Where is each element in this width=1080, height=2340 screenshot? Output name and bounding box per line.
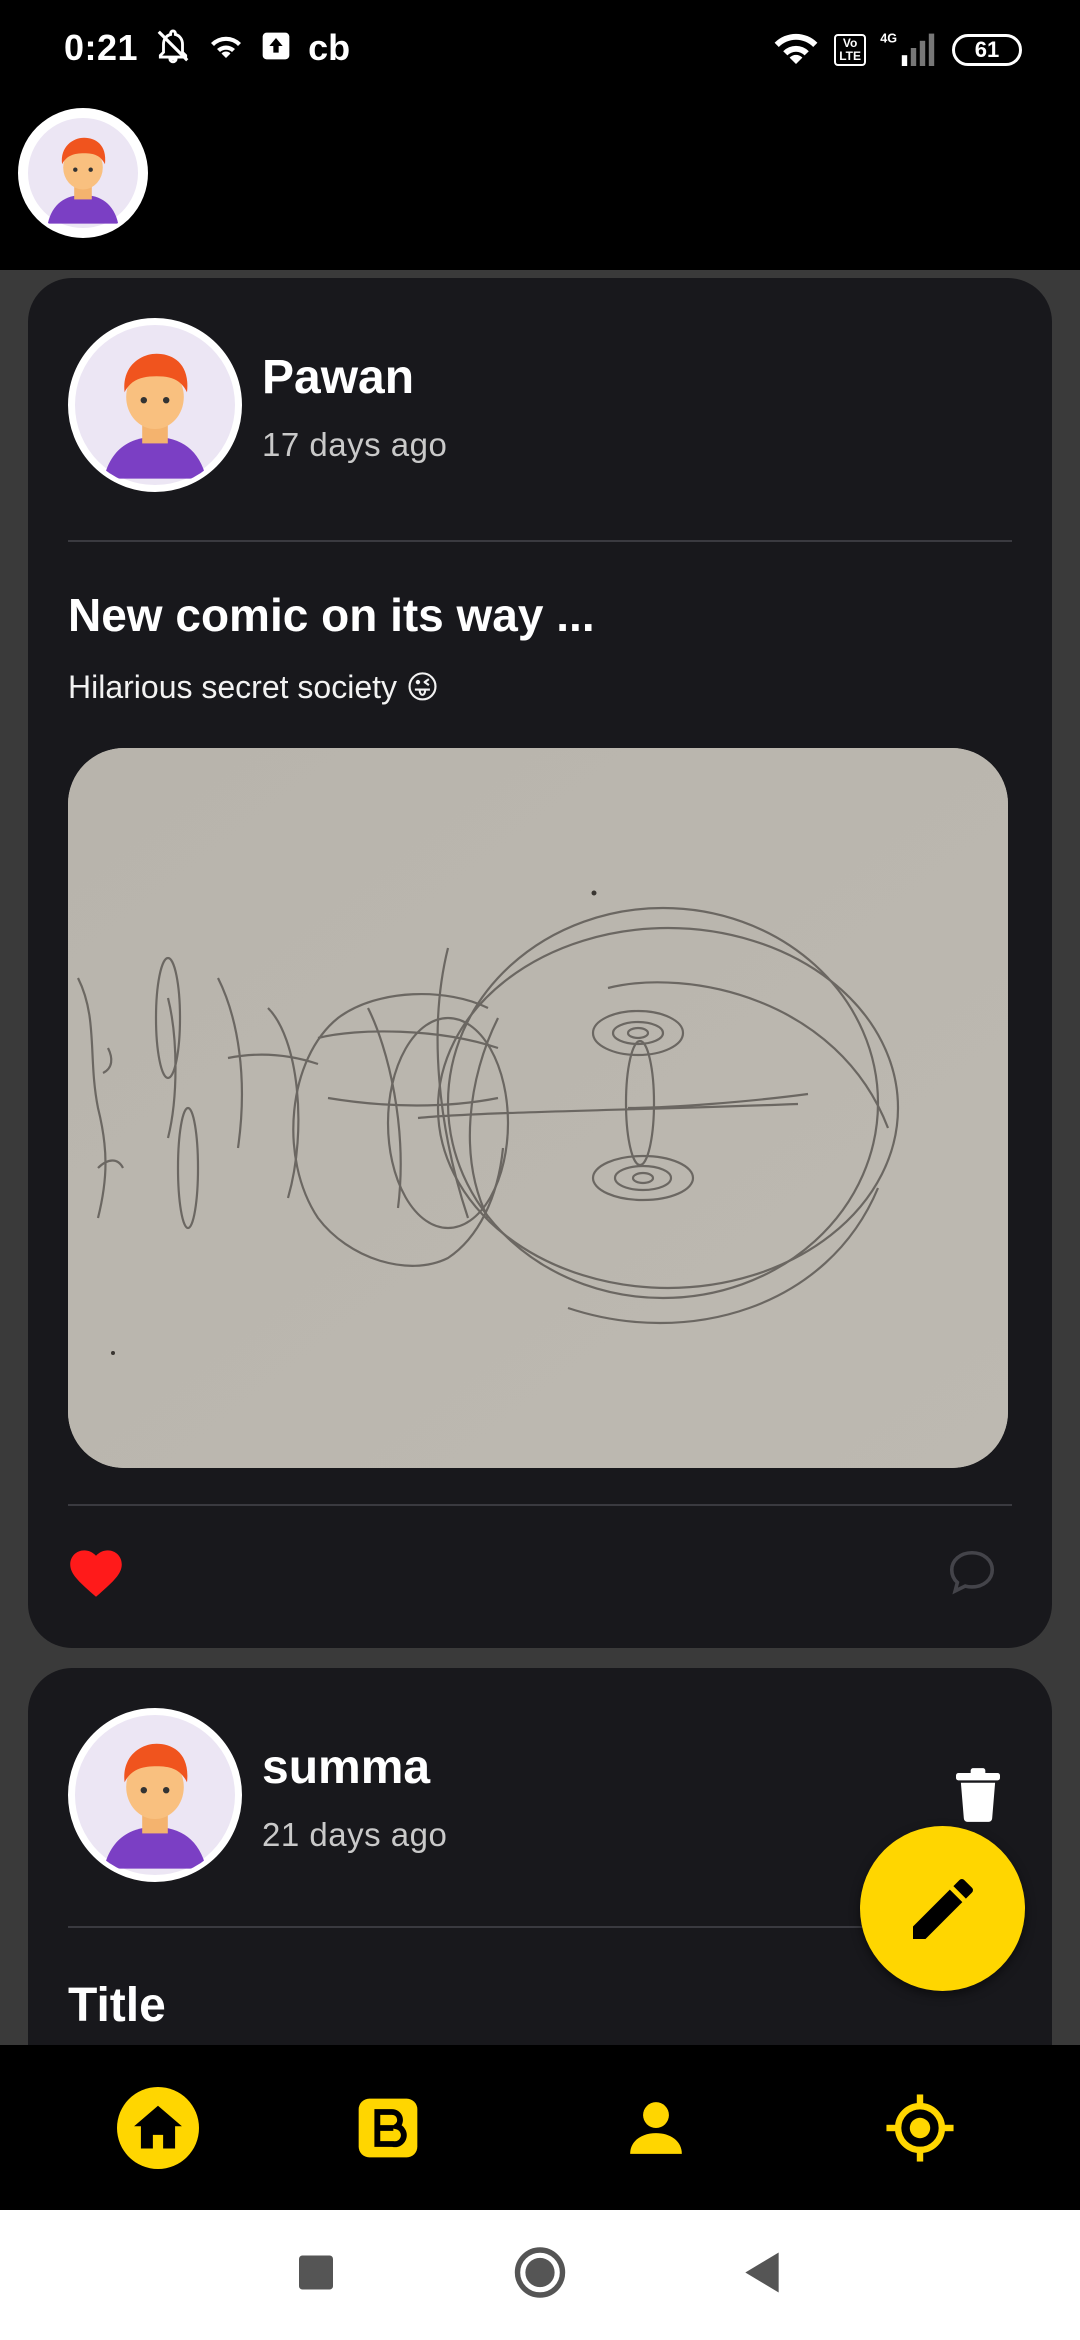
- wifi-icon: [772, 30, 820, 71]
- post-subtitle: Hilarious secret society 😜: [68, 669, 440, 705]
- muted-bell-icon: [154, 27, 192, 70]
- status-app-badge: cb: [308, 27, 351, 68]
- volte-indicator: Vo LTE: [834, 34, 866, 66]
- battery-indicator: 61: [952, 34, 1022, 66]
- system-navigation-bar: [0, 2210, 1080, 2340]
- user-avatar-icon: [75, 1715, 235, 1875]
- recents-icon: [299, 2255, 333, 2290]
- post-image[interactable]: [68, 748, 1008, 1468]
- compose-post-button[interactable]: [860, 1826, 1025, 1991]
- trash-icon[interactable]: [956, 1768, 1000, 1822]
- post-timestamp: 21 days ago: [262, 1816, 448, 1853]
- home-circle-icon: [514, 2247, 566, 2298]
- pencil-icon: [912, 1878, 973, 1939]
- back-button[interactable]: [744, 2252, 780, 2298]
- heart-icon[interactable]: [66, 1544, 126, 1598]
- person-icon: [630, 2101, 682, 2154]
- signal-icon: 4G: [880, 30, 938, 71]
- nav-location[interactable]: [885, 2093, 955, 2163]
- feed[interactable]: Pawan 17 days ago New comic on its way .…: [0, 270, 1080, 2045]
- upload-icon: [260, 30, 292, 67]
- sketch-drawing: [68, 748, 1008, 1468]
- user-avatar-icon: [75, 325, 235, 485]
- nav-blog[interactable]: [356, 2096, 420, 2160]
- divider: [68, 1504, 1012, 1506]
- post-card[interactable]: Pawan 17 days ago New comic on its way .…: [28, 278, 1052, 1648]
- profile-avatar[interactable]: [18, 108, 148, 238]
- recents-button[interactable]: [299, 2255, 333, 2295]
- post-author-name[interactable]: Pawan: [262, 350, 414, 405]
- app-bar: [0, 95, 1080, 270]
- nav-home[interactable]: [117, 2086, 199, 2169]
- back-icon: [745, 2252, 779, 2293]
- home-system-button[interactable]: [513, 2246, 567, 2305]
- status-bar: 0:21 cb Vo LTE 4G 61: [0, 0, 1080, 95]
- target-icon: [886, 2093, 954, 2162]
- status-time: 0:21: [64, 27, 139, 68]
- blog-icon: [358, 2098, 418, 2157]
- post-title: New comic on its way ...: [68, 589, 595, 641]
- post-author-avatar[interactable]: [68, 1708, 242, 1882]
- user-avatar-icon: [28, 118, 138, 228]
- post-author-name[interactable]: summa: [262, 1740, 430, 1795]
- home-icon: [117, 2086, 199, 2169]
- bottom-navigation: [0, 2045, 1080, 2210]
- wifi-small-icon: [208, 30, 244, 67]
- post-title: Title: [68, 1979, 166, 2032]
- post-author-avatar[interactable]: [68, 318, 242, 492]
- svg-text:4G: 4G: [880, 31, 897, 45]
- divider: [68, 540, 1012, 542]
- post-timestamp: 17 days ago: [262, 426, 448, 463]
- nav-profile[interactable]: [625, 2097, 687, 2159]
- comment-icon[interactable]: [944, 1546, 1000, 1600]
